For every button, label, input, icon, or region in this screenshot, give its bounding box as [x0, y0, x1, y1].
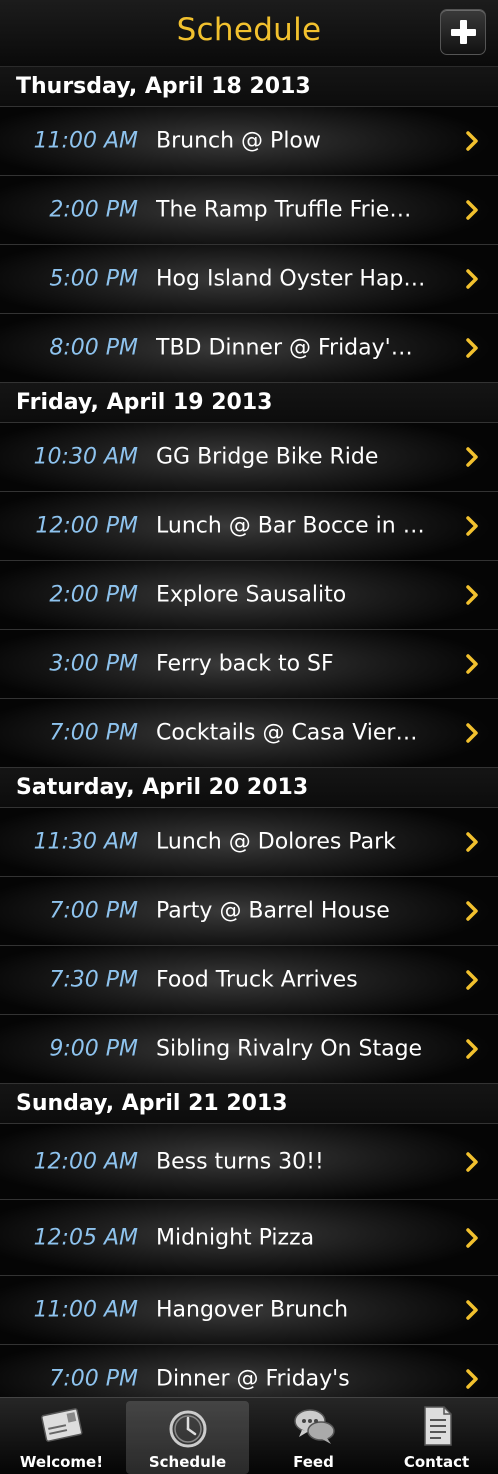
event-title: GG Bridge Bike Ride: [156, 444, 379, 470]
event-title: Midnight Pizza: [156, 1225, 315, 1250]
event-title: Lunch @ Dolores Park: [156, 829, 396, 855]
chevron-right-icon: [466, 585, 478, 605]
day-header: Friday, April 19 2013: [0, 383, 498, 423]
chevron-right-icon: [466, 723, 478, 743]
event-row[interactable]: 2:00 PM The Ramp Truffle Frie…: [0, 176, 498, 245]
event-time: 11:30 AM: [33, 829, 138, 855]
day-header: Sunday, April 21 2013: [0, 1084, 498, 1124]
event-row[interactable]: 11:00 AM Brunch @ Plow: [0, 107, 498, 176]
event-title: TBD Dinner @ Friday'…: [156, 335, 413, 361]
schedule-list[interactable]: Thursday, April 18 2013 11:00 AM Brunch @ …: [0, 67, 498, 1397]
chevron-right-icon: [466, 832, 478, 852]
event-row[interactable]: 12:00 PM Lunch @ Bar Bocce in …: [0, 492, 498, 561]
event-title: Explore Sausalito: [156, 582, 347, 608]
event-row[interactable]: 7:00 PM Dinner @ Friday's: [0, 1345, 498, 1397]
event-time: 2:00 PM: [49, 197, 138, 223]
event-title: Hog Island Oyster Hap…: [156, 266, 426, 292]
event-time: 10:30 AM: [33, 444, 138, 470]
event-title: Ferry back to SF: [156, 651, 334, 677]
event-title: Food Truck Arrives: [156, 967, 358, 993]
event-title: Cocktails @ Casa Vier…: [156, 720, 418, 746]
event-row[interactable]: 3:00 PM Ferry back to SF: [0, 630, 498, 699]
event-time: 5:00 PM: [49, 266, 138, 292]
event-time: 11:00 AM: [33, 128, 138, 154]
event-row[interactable]: 11:30 AM Lunch @ Dolores Park: [0, 808, 498, 877]
chevron-right-icon: [466, 970, 478, 990]
tab-label: Feed: [293, 1453, 334, 1471]
postcard-icon: [38, 1404, 86, 1448]
tab-feed[interactable]: Feed: [252, 1398, 375, 1474]
chat-bubbles-icon: [290, 1404, 338, 1448]
event-title: The Ramp Truffle Frie…: [156, 197, 412, 223]
tab-welcome[interactable]: Welcome!: [0, 1398, 123, 1474]
chevron-right-icon: [466, 654, 478, 674]
event-row[interactable]: 7:00 PM Cocktails @ Casa Vier…: [0, 699, 498, 768]
chevron-right-icon: [466, 901, 478, 921]
event-row[interactable]: 2:00 PM Explore Sausalito: [0, 561, 498, 630]
event-row[interactable]: 12:00 AM Bess turns 30!!: [0, 1124, 498, 1200]
document-icon: [413, 1404, 461, 1448]
event-time: 9:00 PM: [49, 1036, 138, 1062]
event-row[interactable]: 5:00 PM Hog Island Oyster Hap…: [0, 245, 498, 314]
event-row[interactable]: 9:00 PM Sibling Rivalry On Stage: [0, 1015, 498, 1084]
event-time: 3:00 PM: [49, 651, 138, 677]
event-time: 7:00 PM: [49, 898, 138, 924]
chevron-right-icon: [466, 200, 478, 220]
app-screen: Schedule Thursday, April 18 2013 11:00 AM…: [0, 0, 498, 1474]
event-time: 8:00 PM: [49, 335, 138, 361]
event-time: 11:00 AM: [33, 1297, 138, 1323]
event-time: 7:00 PM: [49, 720, 138, 746]
event-row[interactable]: 7:30 PM Food Truck Arrives: [0, 946, 498, 1015]
chevron-right-icon: [466, 1151, 478, 1172]
chevron-right-icon: [466, 1369, 478, 1389]
page-title: Schedule: [176, 12, 322, 48]
event-row[interactable]: 7:00 PM Party @ Barrel House: [0, 877, 498, 946]
chevron-right-icon: [466, 131, 478, 151]
tab-label: Welcome!: [19, 1453, 104, 1471]
tab-bar: Welcome! Schedule Feed Contact: [0, 1397, 498, 1474]
chevron-right-icon: [466, 447, 478, 467]
day-header: Thursday, April 18 2013: [0, 67, 498, 107]
nav-bar: Schedule: [0, 0, 498, 67]
event-row[interactable]: 10:30 AM GG Bridge Bike Ride: [0, 423, 498, 492]
event-time: 12:05 AM: [33, 1225, 138, 1250]
event-title: Hangover Brunch: [156, 1297, 349, 1323]
event-time: 2:00 PM: [49, 582, 138, 608]
chevron-right-icon: [466, 1300, 478, 1320]
event-time: 7:30 PM: [49, 967, 138, 993]
chevron-right-icon: [466, 269, 478, 289]
chevron-right-icon: [466, 1039, 478, 1059]
tab-label: Contact: [403, 1453, 470, 1471]
tab-schedule[interactable]: Schedule: [126, 1401, 249, 1474]
event-title: Brunch @ Plow: [156, 128, 321, 154]
event-title: Bess turns 30!!: [156, 1149, 324, 1174]
event-title: Party @ Barrel House: [156, 898, 390, 924]
tab-contact[interactable]: Contact: [375, 1398, 498, 1474]
chevron-right-icon: [466, 338, 478, 358]
event-title: Lunch @ Bar Bocce in …: [156, 513, 425, 539]
event-time: 12:00 PM: [35, 513, 138, 539]
event-title: Sibling Rivalry On Stage: [156, 1036, 423, 1062]
event-time: 12:00 AM: [33, 1149, 138, 1174]
clock-icon: [164, 1407, 212, 1451]
event-title: Dinner @ Friday's: [156, 1366, 350, 1392]
tab-label: Schedule: [148, 1453, 227, 1471]
chevron-right-icon: [466, 1227, 478, 1248]
event-time: 7:00 PM: [49, 1366, 138, 1392]
add-event-button[interactable]: [440, 9, 486, 55]
event-row[interactable]: 12:05 AM Midnight Pizza: [0, 1200, 498, 1276]
day-header: Saturday, April 20 2013: [0, 768, 498, 808]
event-row[interactable]: 8:00 PM TBD Dinner @ Friday'…: [0, 314, 498, 383]
event-row[interactable]: 11:00 AM Hangover Brunch: [0, 1276, 498, 1345]
chevron-right-icon: [466, 516, 478, 536]
